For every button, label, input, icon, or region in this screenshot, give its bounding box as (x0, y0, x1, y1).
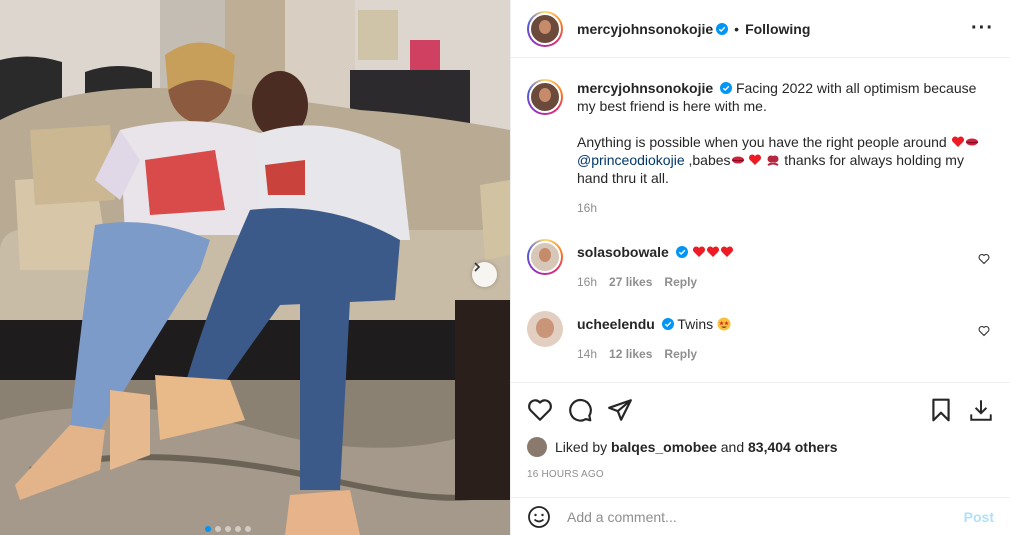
liked-by-user[interactable]: balqes_omobee (611, 439, 717, 455)
comment-likes[interactable]: 12 likes (609, 345, 652, 363)
liked-by-prefix: Liked by (555, 439, 608, 455)
author-avatar[interactable] (527, 10, 563, 47)
comment-username[interactable]: ucheelendu (577, 316, 655, 332)
post-comment-button[interactable]: Post (964, 509, 994, 525)
comment-item: solasobowale 16h 27 likes Reply (527, 239, 994, 291)
verified-badge-icon (720, 82, 733, 94)
mention-link[interactable]: @princeodiokojie (577, 152, 685, 168)
carousel-dots (205, 526, 251, 532)
comment-time[interactable]: 14h (577, 345, 597, 363)
comment-input[interactable] (567, 508, 964, 525)
lips-emoji-icon (731, 156, 744, 164)
kissing-couple-emoji-icon (767, 155, 779, 166)
caption-text-2: Anything is possible when you have the r… (577, 134, 947, 150)
caption-username[interactable]: mercyjohnsonokojie (577, 80, 713, 96)
caption-time[interactable]: 16h (577, 199, 597, 217)
carousel-next-button[interactable] (472, 262, 497, 287)
caption-text-3: ,babes (688, 152, 731, 168)
comment-avatar[interactable] (527, 311, 563, 347)
photo-illustration (0, 0, 510, 535)
comment-text: Twins (677, 316, 714, 332)
caption-avatar[interactable] (527, 79, 563, 115)
star-struck-emoji-icon (717, 317, 731, 331)
lips-emoji-icon (965, 138, 978, 146)
more-options-icon[interactable]: ··· (971, 18, 994, 38)
post-header: mercyjohnsonokojie • Following ··· (511, 0, 1010, 58)
download-icon[interactable] (968, 397, 994, 423)
emoji-picker-icon[interactable] (527, 505, 551, 529)
like-heart-icon[interactable] (527, 397, 553, 423)
verified-badge-icon (661, 318, 674, 330)
comment-reply-button[interactable]: Reply (664, 273, 697, 291)
red-heart-emoji-icon (720, 246, 733, 257)
likes-summary: Liked by balqes_omobee and 83,404 others (527, 437, 994, 457)
liked-by-others[interactable]: 83,404 others (748, 439, 838, 455)
post-sidebar: mercyjohnsonokojie • Following ··· mercy… (510, 0, 1010, 535)
caption: mercyjohnsonokojie Facing 2022 with all … (527, 79, 994, 217)
red-heart-emoji-icon (706, 246, 719, 257)
author-username[interactable]: mercyjohnsonokojie (577, 21, 713, 37)
comment-time[interactable]: 16h (577, 273, 597, 291)
red-heart-emoji-icon (749, 154, 762, 165)
carousel-dot[interactable] (245, 526, 251, 532)
like-comment-heart-icon[interactable] (978, 253, 990, 265)
comment-composer: Post (511, 497, 1010, 535)
verified-badge-icon (675, 246, 688, 258)
comment-username[interactable]: solasobowale (577, 244, 669, 260)
liked-by-and: and (720, 439, 745, 455)
red-heart-emoji-icon (951, 136, 964, 147)
verified-badge-icon (716, 22, 729, 35)
carousel-dot[interactable] (215, 526, 221, 532)
comment-bubble-icon[interactable] (567, 397, 593, 423)
comment-avatar[interactable] (527, 239, 563, 275)
separator-dot: • (734, 20, 740, 37)
comment-item: ucheelendu Twins 14h 12 likes Reply (527, 311, 994, 363)
carousel-dot[interactable] (225, 526, 231, 532)
save-bookmark-icon[interactable] (928, 397, 954, 423)
red-heart-emoji-icon (692, 246, 705, 257)
post-timestamp[interactable]: 16 HOURS AGO (527, 469, 994, 480)
comments-list: mercyjohnsonokojie Facing 2022 with all … (511, 59, 1010, 381)
chevron-right-icon (474, 262, 481, 272)
comment-likes[interactable]: 27 likes (609, 273, 652, 291)
following-button[interactable]: Following (745, 21, 810, 37)
post-actions: Liked by balqes_omobee and 83,404 others… (511, 382, 1010, 480)
post-photo[interactable] (0, 0, 510, 535)
share-send-icon[interactable] (607, 397, 633, 423)
liker-avatar[interactable] (527, 437, 547, 457)
comment-reply-button[interactable]: Reply (664, 345, 697, 363)
carousel-dot[interactable] (235, 526, 241, 532)
like-comment-heart-icon[interactable] (978, 325, 990, 337)
carousel-dot[interactable] (205, 526, 211, 532)
